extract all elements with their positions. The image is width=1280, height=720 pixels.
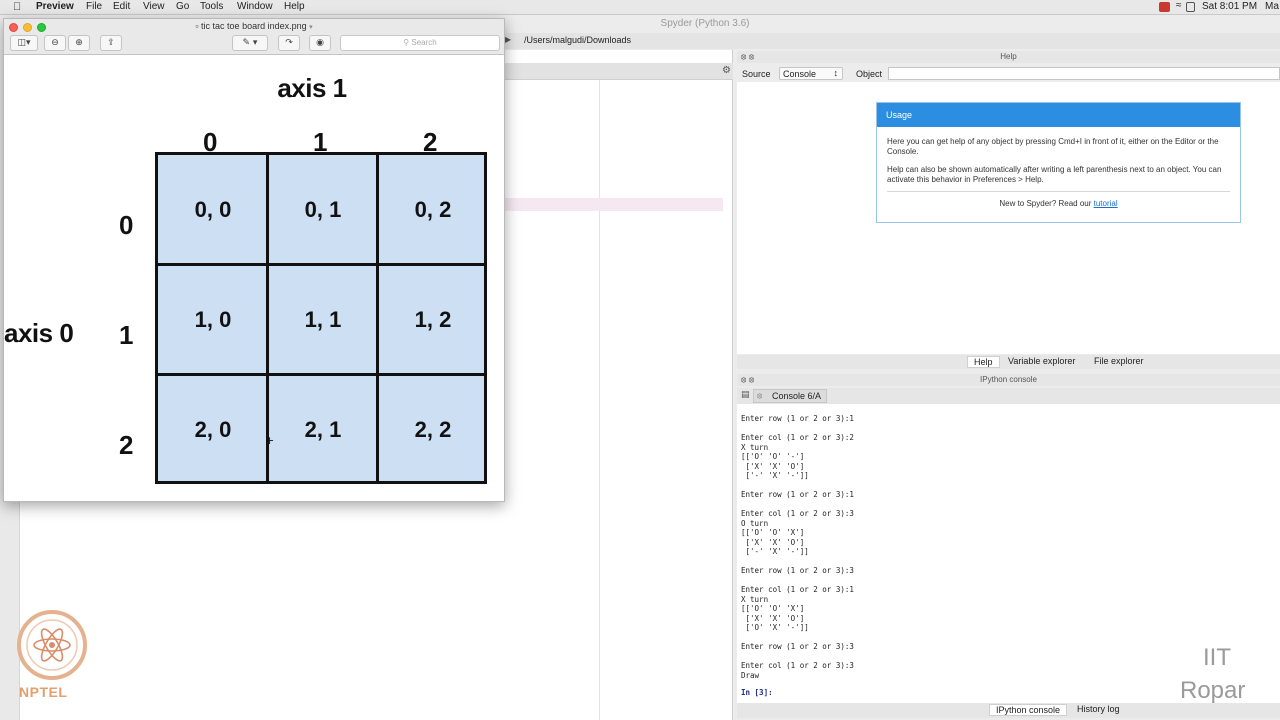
menu-file[interactable]: File <box>86 1 102 12</box>
document-icon: ▫ <box>195 21 199 31</box>
markup-toolbar-icon[interactable]: ◉ <box>309 35 331 51</box>
sidebar-toggle-icon[interactable]: ◫▾ <box>10 35 38 51</box>
usage-footer: New to Spyder? Read our tutorial <box>877 199 1240 208</box>
preview-window: ▫ tic tac toe board index.png ▾ ◫▾ ⊖ ⊕ ⇪… <box>3 18 505 502</box>
tab-help[interactable]: Help <box>967 356 1000 368</box>
grid-cell: 0, 0 <box>194 197 232 222</box>
grid-cell: 1, 2 <box>414 307 452 332</box>
browse-tabs-icon[interactable]: ▤ <box>741 390 750 400</box>
help-pane-header: Help <box>737 51 1280 63</box>
search-placeholder: Search <box>411 38 437 47</box>
close-icon[interactable]: ⦻ <box>757 391 762 401</box>
tab-variable-explorer[interactable]: Variable explorer <box>1002 356 1081 368</box>
chevron-updown-icon: ↕ <box>833 68 839 78</box>
object-label: Object <box>856 69 883 79</box>
chevron-down-icon[interactable]: ▾ <box>309 24 313 31</box>
menu-bar:  Preview File Edit View Go Tools Window… <box>0 0 1280 15</box>
grid-line <box>266 155 269 481</box>
ropar-watermark: Ropar <box>1180 677 1246 704</box>
grid-line <box>376 155 379 481</box>
image-canvas: axis 1 axis 0 0 1 2 0 1 2 0, 0 0, 1 0, 2… <box>4 55 504 501</box>
help-toolbar: Source Console ↕ Object <box>737 66 1280 82</box>
gear-icon[interactable]: ⚙ <box>722 65 731 76</box>
tutorial-link[interactable]: tutorial <box>1094 199 1118 208</box>
input-source-icon[interactable] <box>1186 2 1195 12</box>
working-directory-path[interactable]: /Users/malgudi/Downloads <box>524 35 631 45</box>
preview-titlebar: ▫ tic tac toe board index.png ▾ ◫▾ ⊖ ⊕ ⇪… <box>4 19 504 55</box>
source-select[interactable]: Console ↕ <box>779 67 843 80</box>
source-label: Source <box>742 69 771 79</box>
usage-heading: Usage <box>877 103 1240 127</box>
tab-console[interactable]: Console 6/A <box>753 389 827 403</box>
usage-text-2: Help can also be shown automatically aft… <box>887 165 1222 184</box>
console-pane-header: IPython console <box>737 374 1280 386</box>
grid-line <box>158 263 484 266</box>
menu-view[interactable]: View <box>143 1 165 12</box>
search-icon: ⚲ <box>403 38 410 47</box>
menu-user[interactable]: Ma <box>1265 1 1279 12</box>
grid-cell: 0, 2 <box>414 197 452 222</box>
axis-0-label: axis 0 <box>4 318 74 348</box>
grid-cell: 1, 0 <box>194 307 232 332</box>
console-prompt[interactable]: In [3]: <box>741 688 773 697</box>
usage-box: Usage Here you can get help of any objec… <box>876 102 1241 223</box>
zoom-out-icon[interactable]: ⊖ <box>44 35 66 51</box>
wifi-icon[interactable]: ≈ <box>1176 0 1182 11</box>
grid-cell: 0, 1 <box>304 197 342 222</box>
apple-icon[interactable]:  <box>13 1 21 13</box>
usage-footer-text: New to Spyder? Read our <box>999 199 1094 208</box>
row-label: 2 <box>119 430 133 460</box>
menu-app-preview[interactable]: Preview <box>36 1 74 12</box>
console-output: Enter row (1 or 2 or 3):1 Enter col (1 o… <box>741 414 854 680</box>
axis-1-label: axis 1 <box>277 73 347 103</box>
grid-cell: 1, 1 <box>304 307 342 332</box>
board-grid: 0, 0 0, 1 0, 2 1, 0 1, 1 1, 2 2, 0 2, 1 … <box>155 152 487 484</box>
path-arrow-icon[interactable]: ▶ <box>505 35 511 44</box>
markup-pen-icon[interactable]: ✎ ▾ <box>232 35 268 51</box>
menu-help[interactable]: Help <box>284 1 305 12</box>
search-input[interactable]: ⚲ Search <box>340 35 500 51</box>
share-icon[interactable]: ⇪ <box>100 35 122 51</box>
tab-file-explorer[interactable]: File explorer <box>1088 356 1150 368</box>
row-label: 0 <box>119 210 133 240</box>
rotate-icon[interactable]: ↷ <box>278 35 300 51</box>
grid-line <box>158 373 484 376</box>
preview-title-text: tic tac toe board index.png <box>201 21 307 31</box>
tab-ipython-console[interactable]: IPython console <box>989 704 1068 716</box>
iit-watermark: IIT <box>1203 644 1231 671</box>
menu-window[interactable]: Window <box>237 1 273 12</box>
grid-cell: 2, 2 <box>414 417 452 442</box>
usage-divider <box>887 191 1230 192</box>
source-select-value: Console <box>783 69 817 79</box>
usage-text-1: Here you can get help of any object by p… <box>887 137 1219 156</box>
tab-history-log[interactable]: History log <box>1071 704 1126 716</box>
editor-edge-line <box>599 80 600 720</box>
menu-clock[interactable]: Sat 8:01 PM <box>1202 1 1257 12</box>
menu-go[interactable]: Go <box>176 1 189 12</box>
grid-cell: 2, 0 <box>194 417 232 442</box>
nptel-logo-text: NPTEL <box>19 684 68 700</box>
nptel-logo-icon <box>17 610 87 680</box>
zoom-in-icon[interactable]: ⊕ <box>68 35 90 51</box>
row-label: 1 <box>119 320 133 350</box>
editor-current-line <box>505 198 723 211</box>
console-bottom-tabs: IPython console History log <box>737 703 1280 718</box>
object-input[interactable] <box>888 67 1280 80</box>
preview-title: ▫ tic tac toe board index.png ▾ <box>4 21 504 31</box>
battery-icon[interactable] <box>1159 2 1170 12</box>
grid-cell: 2, 1 <box>304 417 342 442</box>
pane-close-icon[interactable]: ⦻ ⦻ <box>741 52 754 62</box>
menu-tools[interactable]: Tools <box>200 1 223 12</box>
crosshair-cursor-icon: + <box>265 434 275 447</box>
help-tabs: Help Variable explorer File explorer <box>737 355 1280 369</box>
pane-close-icon[interactable]: ⦻ ⦻ <box>741 375 754 385</box>
menu-edit[interactable]: Edit <box>113 1 130 12</box>
